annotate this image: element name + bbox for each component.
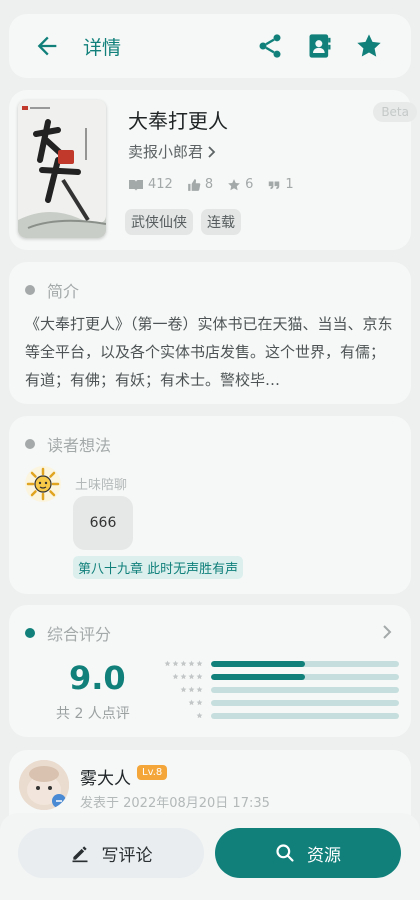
- quote-icon: [269, 181, 280, 189]
- intro-heading: 简介: [25, 278, 79, 302]
- tag-status[interactable]: 连载: [201, 209, 241, 235]
- rating-bar-row: [163, 683, 399, 696]
- stat-stars: 6: [227, 177, 253, 192]
- rating-count: 共 2 人点评: [56, 706, 130, 722]
- rating-heading: 综合评分: [25, 621, 111, 645]
- chevron-right-icon: [208, 145, 216, 158]
- pen-edit-icon: [72, 846, 87, 863]
- thumbs-up-icon: [187, 178, 201, 191]
- rating-bar-track: [211, 660, 399, 667]
- stat-quotes: 1: [267, 177, 294, 192]
- book-info-card: 大奉打更人 Beta 卖报小郎君 412 8 6 1 武侠仙侠 连载: [9, 90, 417, 250]
- small-star-icon: [164, 660, 171, 667]
- level-badge: Lv.8: [137, 765, 168, 780]
- rating-bar-row: [163, 670, 399, 683]
- top-bar: 详情: [9, 14, 411, 78]
- rating-card[interactable]: 综合评分 9.0 共 2 人点评: [9, 605, 411, 737]
- small-star-icon: [196, 699, 203, 706]
- avatar[interactable]: [25, 466, 61, 502]
- small-star-icon: [196, 686, 203, 693]
- rating-bar-fill: [211, 660, 305, 667]
- rating-bar-row: [163, 657, 399, 670]
- reviewer-name: 雾大人: [80, 769, 131, 789]
- book-title: 大奉打更人: [128, 109, 228, 133]
- rating-bar-track: [211, 673, 399, 680]
- rating-stars: [163, 699, 211, 706]
- rating-stars: [163, 686, 211, 693]
- reader-thoughts-card: 读者想法 土味陪聊 666 第八十九章 此时无声胜有声: [9, 416, 411, 594]
- rating-bar-row: [163, 696, 399, 709]
- small-star-icon: [196, 712, 203, 719]
- rating-bar-track: [211, 686, 399, 693]
- bottom-action-bar: 写评论 资源: [0, 813, 420, 900]
- stat-likes: 8: [187, 177, 213, 192]
- small-star-icon: [188, 660, 195, 667]
- rating-bar-track: [211, 712, 399, 719]
- book-tags: 武侠仙侠 连载: [125, 209, 241, 235]
- beta-badge: Beta: [373, 102, 417, 122]
- rating-bar-track: [211, 699, 399, 706]
- bullet-dot-icon: [25, 628, 35, 638]
- tag-genre[interactable]: 武侠仙侠: [125, 209, 193, 235]
- rating-score: 9.0: [69, 659, 126, 697]
- review-date: 发表于 2022年08月20日 17:35: [80, 796, 270, 811]
- rating-stars: [163, 712, 211, 719]
- user-avatar-image: [19, 760, 69, 810]
- search-icon: [276, 844, 294, 862]
- author-name: 卖报小郎君: [128, 143, 204, 161]
- rating-bar-row: [163, 709, 399, 722]
- rating-bar-fill: [211, 673, 305, 680]
- intro-text: 《大奉打更人》（第一卷）实体书已在天猫、当当、京东等全平台，以及各个实体书店发售…: [25, 315, 393, 389]
- small-star-icon: [196, 660, 203, 667]
- stat-reads: 412: [128, 177, 173, 192]
- book-open-icon: [129, 179, 143, 191]
- sun-avatar-icon: [26, 467, 60, 501]
- avatar[interactable]: [19, 760, 69, 810]
- readers-heading: 读者想法: [25, 432, 111, 456]
- author-link[interactable]: 卖报小郎君: [128, 141, 218, 162]
- bullet-dot-icon: [25, 439, 35, 449]
- write-comment-button[interactable]: 写评论: [18, 828, 204, 878]
- back-arrow-icon[interactable]: [33, 32, 61, 60]
- page-title: 详情: [83, 37, 122, 59]
- star-icon: [228, 178, 240, 190]
- small-star-icon: [180, 686, 187, 693]
- resource-button[interactable]: 资源: [215, 828, 401, 878]
- small-star-icon: [180, 673, 187, 680]
- small-star-icon: [188, 686, 195, 693]
- reader-name: 土味陪聊: [75, 478, 128, 493]
- book-stats: 412 8 6 1: [128, 177, 294, 192]
- small-star-icon: [172, 673, 179, 680]
- contact-book-icon[interactable]: [306, 32, 334, 60]
- chevron-right-icon[interactable]: [381, 623, 393, 641]
- intro-card[interactable]: 简介 《大奉打更人》（第一卷）实体书已在天猫、当当、京东等全平台，以及各个实体书…: [9, 262, 411, 404]
- rating-stars: [163, 660, 211, 667]
- small-star-icon: [188, 699, 195, 706]
- star-favorite-icon[interactable]: [355, 32, 383, 60]
- reader-comment-bubble[interactable]: 666: [73, 496, 133, 550]
- share-icon[interactable]: [256, 32, 284, 60]
- rating-distribution: [163, 657, 399, 722]
- rating-stars: [163, 673, 211, 680]
- book-cover[interactable]: [18, 100, 106, 238]
- bullet-dot-icon: [25, 285, 35, 295]
- small-star-icon: [196, 673, 203, 680]
- chapter-tag[interactable]: 第八十九章 此时无声胜有声: [73, 556, 244, 579]
- small-star-icon: [172, 660, 179, 667]
- small-star-icon: [188, 673, 195, 680]
- small-star-icon: [180, 660, 187, 667]
